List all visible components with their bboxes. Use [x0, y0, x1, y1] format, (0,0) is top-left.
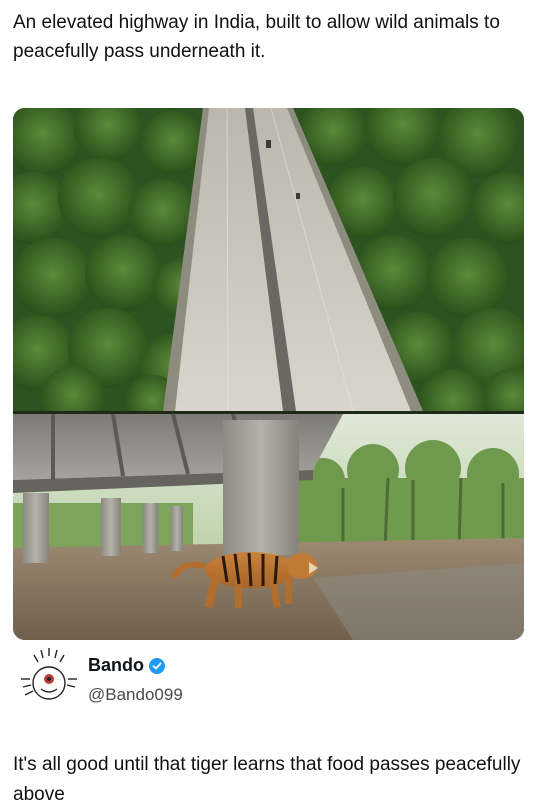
post-caption: An elevated highway in India, built to a…	[13, 12, 500, 62]
author-row[interactable]: Bando @Bando099	[13, 645, 525, 715]
reply-text: It's all good until that tiger learns th…	[13, 754, 521, 805]
post-image[interactable]	[13, 108, 524, 640]
aerial-highway-photo	[13, 108, 524, 437]
verified-badge-icon	[149, 657, 165, 674]
avatar[interactable]	[17, 645, 81, 715]
author-name-line[interactable]: Bando	[88, 655, 165, 676]
tiger-under-highway-photo	[13, 413, 524, 640]
author-name[interactable]: Bando	[88, 655, 144, 676]
author-handle[interactable]: @Bando099	[88, 685, 183, 705]
